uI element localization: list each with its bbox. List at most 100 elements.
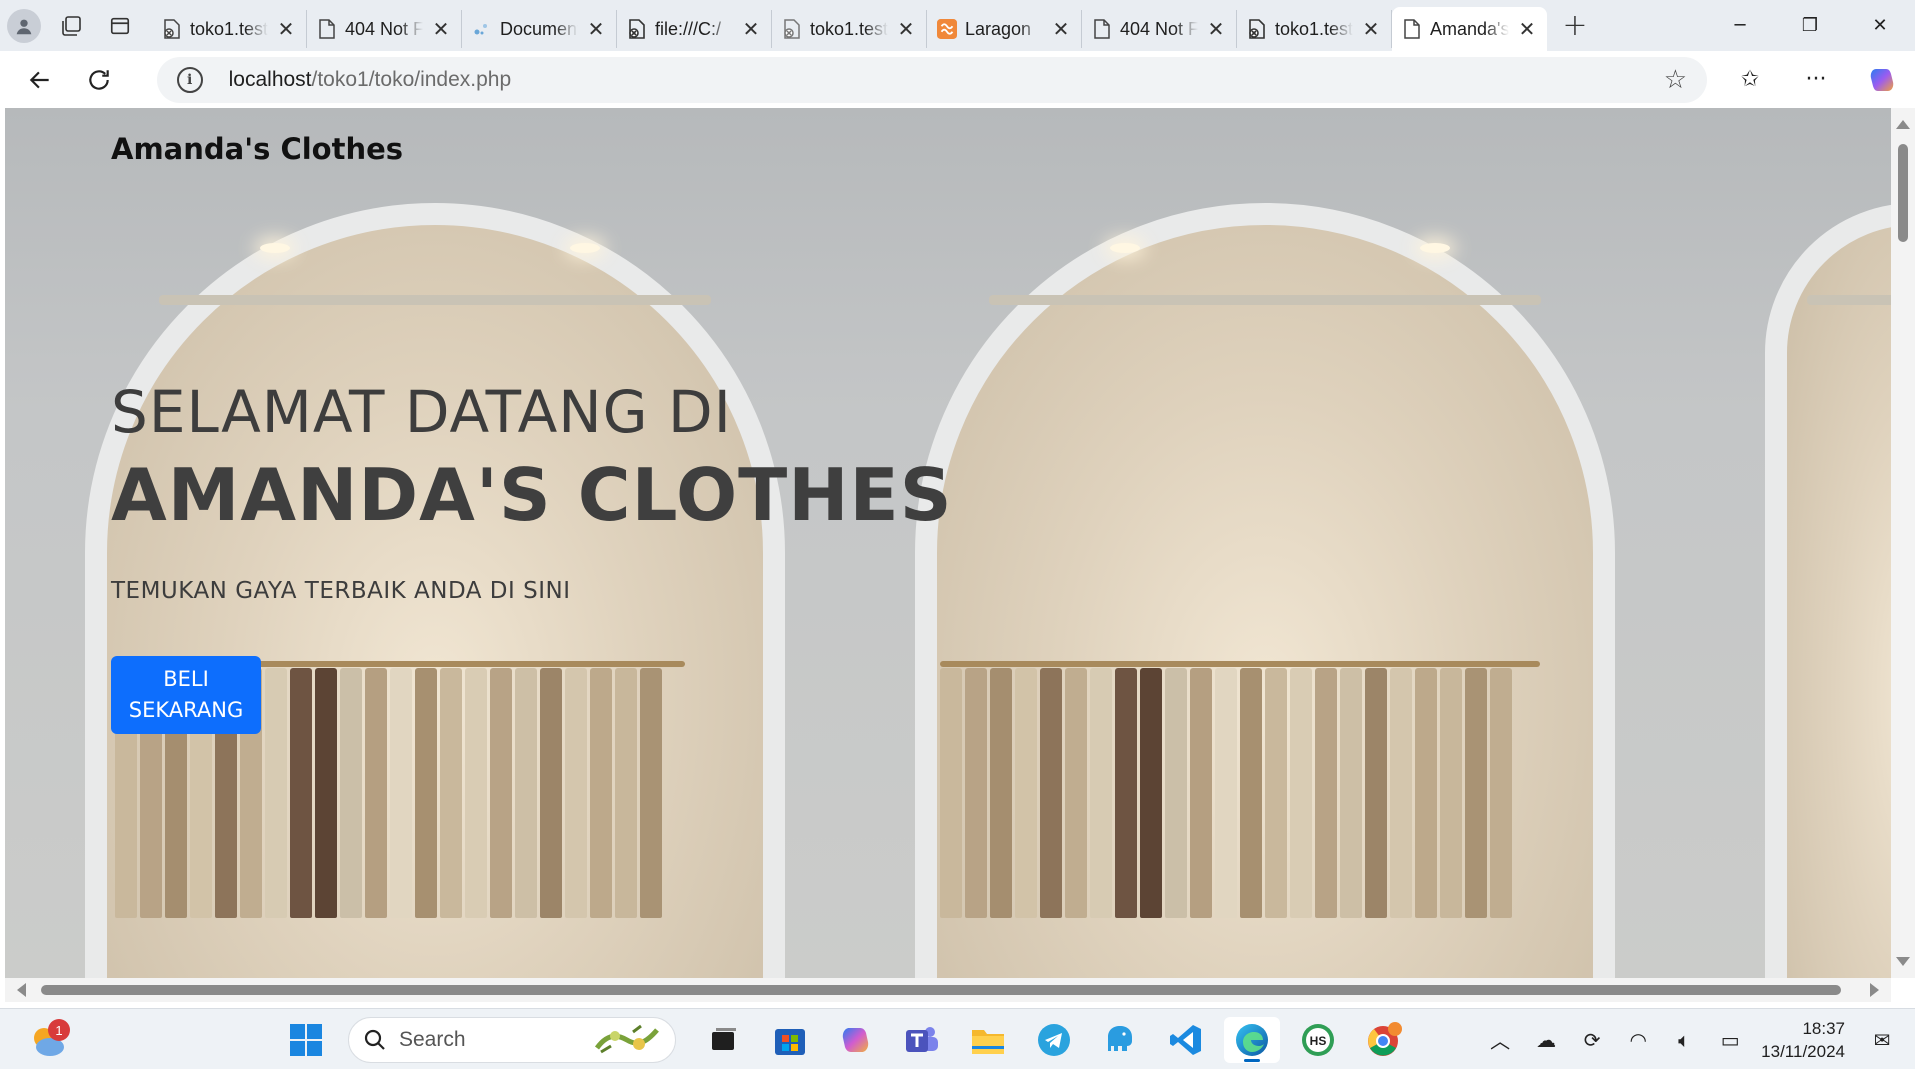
clock-time: 18:37: [1802, 1018, 1845, 1038]
close-tab-icon[interactable]: ✕: [896, 17, 916, 41]
close-tab-icon[interactable]: ✕: [276, 17, 296, 41]
chrome-button[interactable]: [1356, 1017, 1412, 1063]
horizontal-scroll-thumb[interactable]: [41, 985, 1841, 995]
url-host: localhost: [228, 67, 312, 91]
tab-file[interactable]: file:///C:/ ✕: [617, 10, 772, 48]
horizontal-scrollbar[interactable]: [5, 978, 1891, 1002]
battery-icon[interactable]: ▭: [1715, 1028, 1745, 1052]
heidisql-icon: HS: [1302, 1024, 1334, 1056]
page-icon: [1402, 19, 1422, 39]
microsoft-store-button[interactable]: [762, 1017, 818, 1063]
refresh-button[interactable]: [69, 51, 128, 108]
scroll-up-arrow-icon[interactable]: [1896, 120, 1910, 129]
task-view-icon: [712, 1028, 736, 1050]
telegram-icon: [1038, 1024, 1070, 1056]
site-brand[interactable]: Amanda's Clothes: [111, 132, 403, 166]
favorite-star-icon[interactable]: ☆: [1664, 65, 1687, 95]
hero-brand-heading: AMANDA'S CLOTHES: [111, 453, 953, 537]
cta-line1: BELI: [163, 667, 209, 691]
copilot-app-button[interactable]: [828, 1017, 884, 1063]
wifi-icon[interactable]: ◠: [1623, 1028, 1653, 1052]
close-tab-icon[interactable]: ✕: [1361, 17, 1381, 41]
address-url[interactable]: localhost/toko1/toko/index.php: [229, 68, 512, 92]
back-arrow-icon: [29, 71, 49, 88]
elephant-app-button[interactable]: [1092, 1017, 1148, 1063]
tab-404-1[interactable]: 404 Not Found ✕: [307, 10, 462, 48]
ceiling-light: [260, 243, 290, 253]
cloud-error-icon[interactable]: ☁: [1531, 1028, 1561, 1052]
new-tab-button[interactable]: +: [1547, 0, 1603, 51]
tab-toko1-3[interactable]: toko1.test ✕: [1237, 10, 1392, 48]
file-explorer-button[interactable]: [960, 1017, 1016, 1063]
profile-button[interactable]: [0, 0, 48, 51]
tab-title: Laragon: [965, 18, 1032, 39]
close-tab-icon[interactable]: ✕: [1051, 17, 1071, 41]
page-icon: [317, 19, 337, 39]
tab-title: toko1.test: [810, 18, 888, 39]
close-tab-icon[interactable]: ✕: [586, 17, 606, 41]
vscode-icon: [1170, 1025, 1201, 1055]
taskbar-search[interactable]: Search: [348, 1017, 676, 1063]
ceiling-light: [1110, 243, 1140, 253]
volume-icon[interactable]: 🔈︎: [1669, 1028, 1699, 1052]
edge-icon: [1236, 1024, 1268, 1056]
tab-laragon[interactable]: Laragon ✕: [927, 10, 1082, 48]
scroll-right-arrow-icon[interactable]: [1870, 983, 1879, 997]
tab-list: toko1.test ✕ 404 Not Found ✕ Document ✕ …: [152, 0, 1547, 51]
back-button[interactable]: [10, 51, 69, 108]
restore-button[interactable]: ❐: [1775, 0, 1845, 51]
notifications-icon[interactable]: ✉: [1867, 1028, 1897, 1052]
scroll-down-arrow-icon[interactable]: [1896, 957, 1910, 966]
tab-title: toko1.test: [190, 18, 268, 39]
scroll-left-arrow-icon[interactable]: [17, 983, 26, 997]
more-button[interactable]: ···: [1783, 51, 1849, 108]
tab-404-2[interactable]: 404 Not Found ✕: [1082, 10, 1237, 48]
task-view-button[interactable]: [696, 1017, 752, 1063]
elephant-app-icon: [1108, 1026, 1132, 1051]
edge-button[interactable]: [1224, 1017, 1280, 1063]
vertical-scroll-thumb[interactable]: [1898, 144, 1908, 242]
favorites-button[interactable]: ✩: [1717, 51, 1783, 108]
favorites-icon: ✩: [1740, 67, 1760, 92]
refresh-icon: [89, 69, 109, 90]
windows-start-button[interactable]: [278, 1017, 334, 1063]
tab-amandas-clothes[interactable]: Amanda's Clothes ✕: [1392, 7, 1547, 51]
vertical-scrollbar[interactable]: [1891, 108, 1915, 978]
hero-background: [5, 108, 1891, 978]
minimize-icon: ─: [1734, 15, 1746, 36]
telegram-button[interactable]: [1026, 1017, 1082, 1063]
close-window-button[interactable]: ✕: [1845, 0, 1915, 51]
teams-icon: [906, 1027, 938, 1052]
hero-welcome-heading: SELAMAT DATANG DI: [111, 378, 732, 446]
windows-taskbar: 1 Search HS ︿ ☁ ⟳ ◠ 🔈︎ ▭ 18:37 13/11/202…: [0, 1008, 1915, 1069]
close-tab-icon[interactable]: ✕: [1517, 17, 1537, 41]
show-hidden-icons-chevron-icon[interactable]: ︿: [1485, 1025, 1515, 1054]
search-icon: [364, 1029, 385, 1050]
heidisql-button[interactable]: HS: [1290, 1017, 1346, 1063]
copilot-button[interactable]: [1849, 51, 1915, 108]
shop-now-button[interactable]: BELI SEKARANG: [111, 656, 261, 734]
clock[interactable]: 18:37 13/11/2024: [1761, 1017, 1845, 1063]
tab-toko1-1[interactable]: toko1.test ✕: [152, 10, 307, 48]
close-tab-icon[interactable]: ✕: [1206, 17, 1226, 41]
site-info-icon[interactable]: i: [176, 66, 203, 93]
clock-date: 13/11/2024: [1761, 1041, 1845, 1061]
tab-toko1-2[interactable]: toko1.test ✕: [772, 10, 927, 48]
tab-actions-icon: [110, 17, 130, 34]
sync-icon[interactable]: ⟳: [1577, 1028, 1607, 1052]
close-tab-icon[interactable]: ✕: [741, 17, 761, 41]
vscode-button[interactable]: [1158, 1017, 1214, 1063]
taskbar-apps: Search HS: [278, 1017, 1412, 1063]
address-bar[interactable]: i localhost/toko1/toko/index.php ☆: [156, 56, 1708, 103]
tab-actions-button[interactable]: [96, 0, 144, 51]
microsoft-store-icon: [775, 1029, 805, 1055]
clothing-rail: [940, 661, 1540, 667]
tab-document[interactable]: Document ✕: [462, 10, 617, 48]
broken-page-icon: [162, 19, 182, 39]
teams-button[interactable]: [894, 1017, 950, 1063]
ceiling-light: [570, 243, 600, 253]
workspaces-button[interactable]: [48, 0, 96, 51]
copilot-icon: [1870, 68, 1894, 91]
close-tab-icon[interactable]: ✕: [431, 17, 451, 41]
minimize-button[interactable]: ─: [1705, 0, 1775, 51]
